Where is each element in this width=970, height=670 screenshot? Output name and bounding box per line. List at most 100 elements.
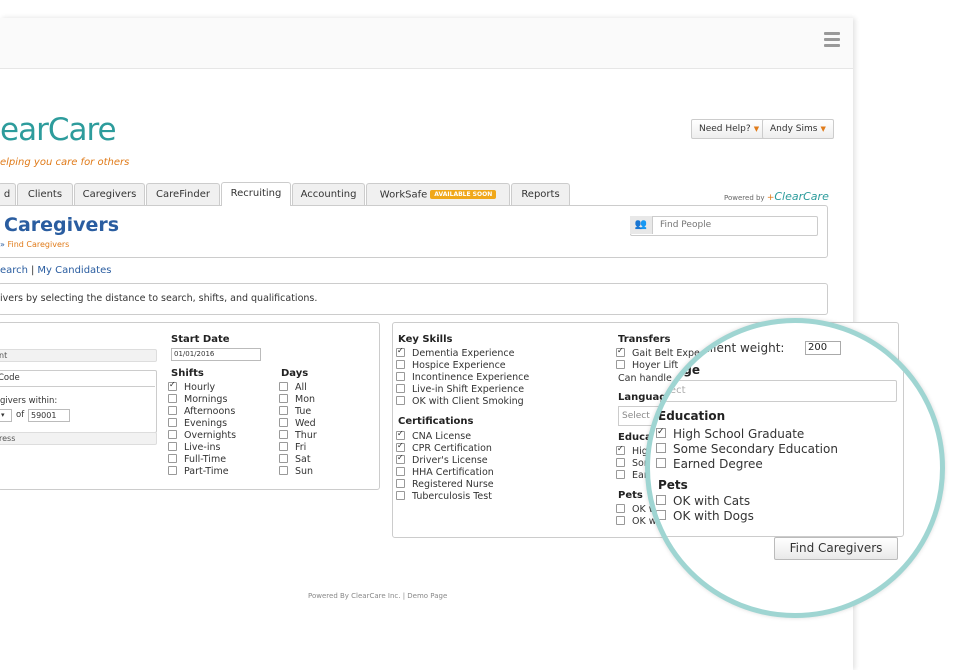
day-sun[interactable]: Sun bbox=[279, 466, 317, 478]
checkbox[interactable] bbox=[656, 495, 666, 505]
checkbox-checked[interactable] bbox=[168, 379, 177, 391]
checkbox[interactable] bbox=[396, 396, 405, 405]
checkbox-checked[interactable] bbox=[396, 345, 405, 357]
tab-accounting[interactable]: Accounting bbox=[292, 183, 365, 205]
tab-dashboard[interactable]: d bbox=[0, 183, 16, 205]
checkbox-checked[interactable] bbox=[616, 443, 625, 455]
day-sat[interactable]: Sat bbox=[279, 454, 317, 466]
tab-clients[interactable]: Clients bbox=[17, 183, 73, 205]
tab-caregivers[interactable]: Caregivers bbox=[74, 183, 145, 205]
shift-afternoons[interactable]: Afternoons bbox=[168, 406, 236, 418]
checkbox[interactable] bbox=[168, 430, 177, 439]
checkbox[interactable] bbox=[396, 467, 405, 476]
checkbox[interactable] bbox=[616, 458, 625, 467]
shift-full-time[interactable]: Full-Time bbox=[168, 454, 236, 466]
checkbox[interactable] bbox=[656, 510, 666, 520]
checkbox[interactable] bbox=[396, 491, 405, 500]
my-candidates-link[interactable]: My Candidates bbox=[37, 265, 111, 276]
find-people-input[interactable] bbox=[660, 218, 810, 232]
breadcrumb-current[interactable]: Find Caregivers bbox=[7, 240, 69, 249]
need-help-button[interactable]: Need Help? ▼ bbox=[691, 119, 768, 139]
skill-hospice[interactable]: Hospice Experience bbox=[396, 360, 529, 372]
checkbox[interactable] bbox=[616, 504, 625, 513]
checkbox[interactable] bbox=[168, 442, 177, 451]
shift-part-time[interactable]: Part-Time bbox=[168, 466, 236, 478]
distance-stepper[interactable]: ▾ bbox=[0, 409, 12, 422]
checkbox[interactable] bbox=[168, 454, 177, 463]
edu-some-secondary[interactable]: Some Secondary Education bbox=[656, 442, 838, 457]
shift-live-ins[interactable]: Live-ins bbox=[168, 442, 236, 454]
checkbox-checked[interactable] bbox=[396, 440, 405, 452]
checkbox[interactable] bbox=[396, 384, 405, 393]
user-menu-button[interactable]: Andy Sims ▼ bbox=[762, 119, 834, 139]
checkbox[interactable] bbox=[279, 454, 288, 463]
checkbox[interactable] bbox=[279, 406, 288, 415]
location-option-bar[interactable]: nt bbox=[0, 349, 157, 362]
checkbox[interactable] bbox=[168, 466, 177, 475]
shift-mornings[interactable]: Mornings bbox=[168, 394, 236, 406]
day-mon[interactable]: Mon bbox=[279, 394, 317, 406]
find-caregivers-button[interactable]: Find Caregivers bbox=[774, 537, 898, 560]
checkbox-checked[interactable] bbox=[616, 345, 625, 357]
language-select-magnified[interactable]: elect bbox=[658, 380, 897, 402]
hamburger-menu-icon[interactable] bbox=[824, 32, 840, 47]
checkbox-checked[interactable] bbox=[396, 452, 405, 464]
checkbox[interactable] bbox=[168, 406, 177, 415]
day-fri[interactable]: Fri bbox=[279, 442, 317, 454]
day-tue[interactable]: Tue bbox=[279, 406, 317, 418]
day-all[interactable]: All bbox=[279, 382, 317, 394]
tab-recruiting[interactable]: Recruiting bbox=[221, 182, 291, 206]
education-item[interactable]: Hig bbox=[616, 443, 648, 458]
shift-hourly[interactable]: Hourly bbox=[168, 379, 236, 394]
checkbox[interactable] bbox=[279, 442, 288, 451]
checkbox[interactable] bbox=[168, 394, 177, 403]
pet-cats[interactable]: OK with Cats bbox=[656, 494, 754, 509]
edu-high-school[interactable]: High School Graduate bbox=[656, 425, 838, 442]
cert-cna[interactable]: CNA License bbox=[396, 428, 494, 443]
cert-drivers-license[interactable]: Driver's License bbox=[396, 452, 494, 467]
cert-cpr[interactable]: CPR Certification bbox=[396, 440, 494, 455]
tab-worksafe[interactable]: WorkSafe AVAILABLE SOON bbox=[366, 183, 510, 205]
address-option-bar[interactable]: ress bbox=[0, 432, 157, 445]
skill-dementia[interactable]: Dementia Experience bbox=[396, 345, 529, 360]
checkbox[interactable] bbox=[396, 360, 405, 369]
tab-reports[interactable]: Reports bbox=[511, 183, 570, 205]
checkbox[interactable] bbox=[396, 479, 405, 488]
tab-label: Reports bbox=[521, 189, 560, 200]
shift-evenings[interactable]: Evenings bbox=[168, 418, 236, 430]
checkbox[interactable] bbox=[279, 382, 288, 391]
tab-carefinder[interactable]: CareFinder bbox=[146, 183, 220, 205]
skill-live-in[interactable]: Live-in Shift Experience bbox=[396, 384, 529, 396]
checkbox[interactable] bbox=[656, 458, 666, 468]
checkbox[interactable] bbox=[396, 372, 405, 381]
cert-rn[interactable]: Registered Nurse bbox=[396, 479, 494, 491]
education-item[interactable]: Sor bbox=[616, 458, 648, 470]
checkbox[interactable] bbox=[279, 418, 288, 427]
edu-earned-degree[interactable]: Earned Degree bbox=[656, 457, 838, 472]
checkbox-checked[interactable] bbox=[396, 428, 405, 440]
key-skills-list: Dementia Experience Hospice Experience I… bbox=[396, 345, 529, 408]
pet-dogs[interactable]: OK with Dogs bbox=[656, 509, 754, 524]
zip-input[interactable]: 59001 bbox=[28, 409, 70, 422]
search-link[interactable]: earch bbox=[0, 265, 28, 276]
day-thur[interactable]: Thur bbox=[279, 430, 317, 442]
checkbox[interactable] bbox=[616, 516, 625, 525]
cert-tb[interactable]: Tuberculosis Test bbox=[396, 491, 494, 503]
day-wed[interactable]: Wed bbox=[279, 418, 317, 430]
checkbox[interactable] bbox=[616, 470, 625, 479]
checkbox[interactable] bbox=[168, 418, 177, 427]
start-date-input[interactable]: 01/01/2016 bbox=[171, 348, 261, 361]
client-weight-input[interactable]: 200 bbox=[805, 341, 841, 355]
zip-code-header[interactable]: Code bbox=[0, 370, 155, 387]
checkbox[interactable] bbox=[656, 443, 666, 453]
skill-smoking[interactable]: OK with Client Smoking bbox=[396, 396, 529, 408]
checkbox[interactable] bbox=[279, 394, 288, 403]
checkbox[interactable] bbox=[279, 466, 288, 475]
skill-incontinence[interactable]: Incontinence Experience bbox=[396, 372, 529, 384]
checkbox[interactable] bbox=[616, 360, 625, 369]
checkbox-checked[interactable] bbox=[656, 425, 666, 440]
checkbox[interactable] bbox=[279, 430, 288, 439]
education-item[interactable]: Ear bbox=[616, 470, 648, 482]
cert-hha[interactable]: HHA Certification bbox=[396, 467, 494, 479]
shift-overnights[interactable]: Overnights bbox=[168, 430, 236, 442]
